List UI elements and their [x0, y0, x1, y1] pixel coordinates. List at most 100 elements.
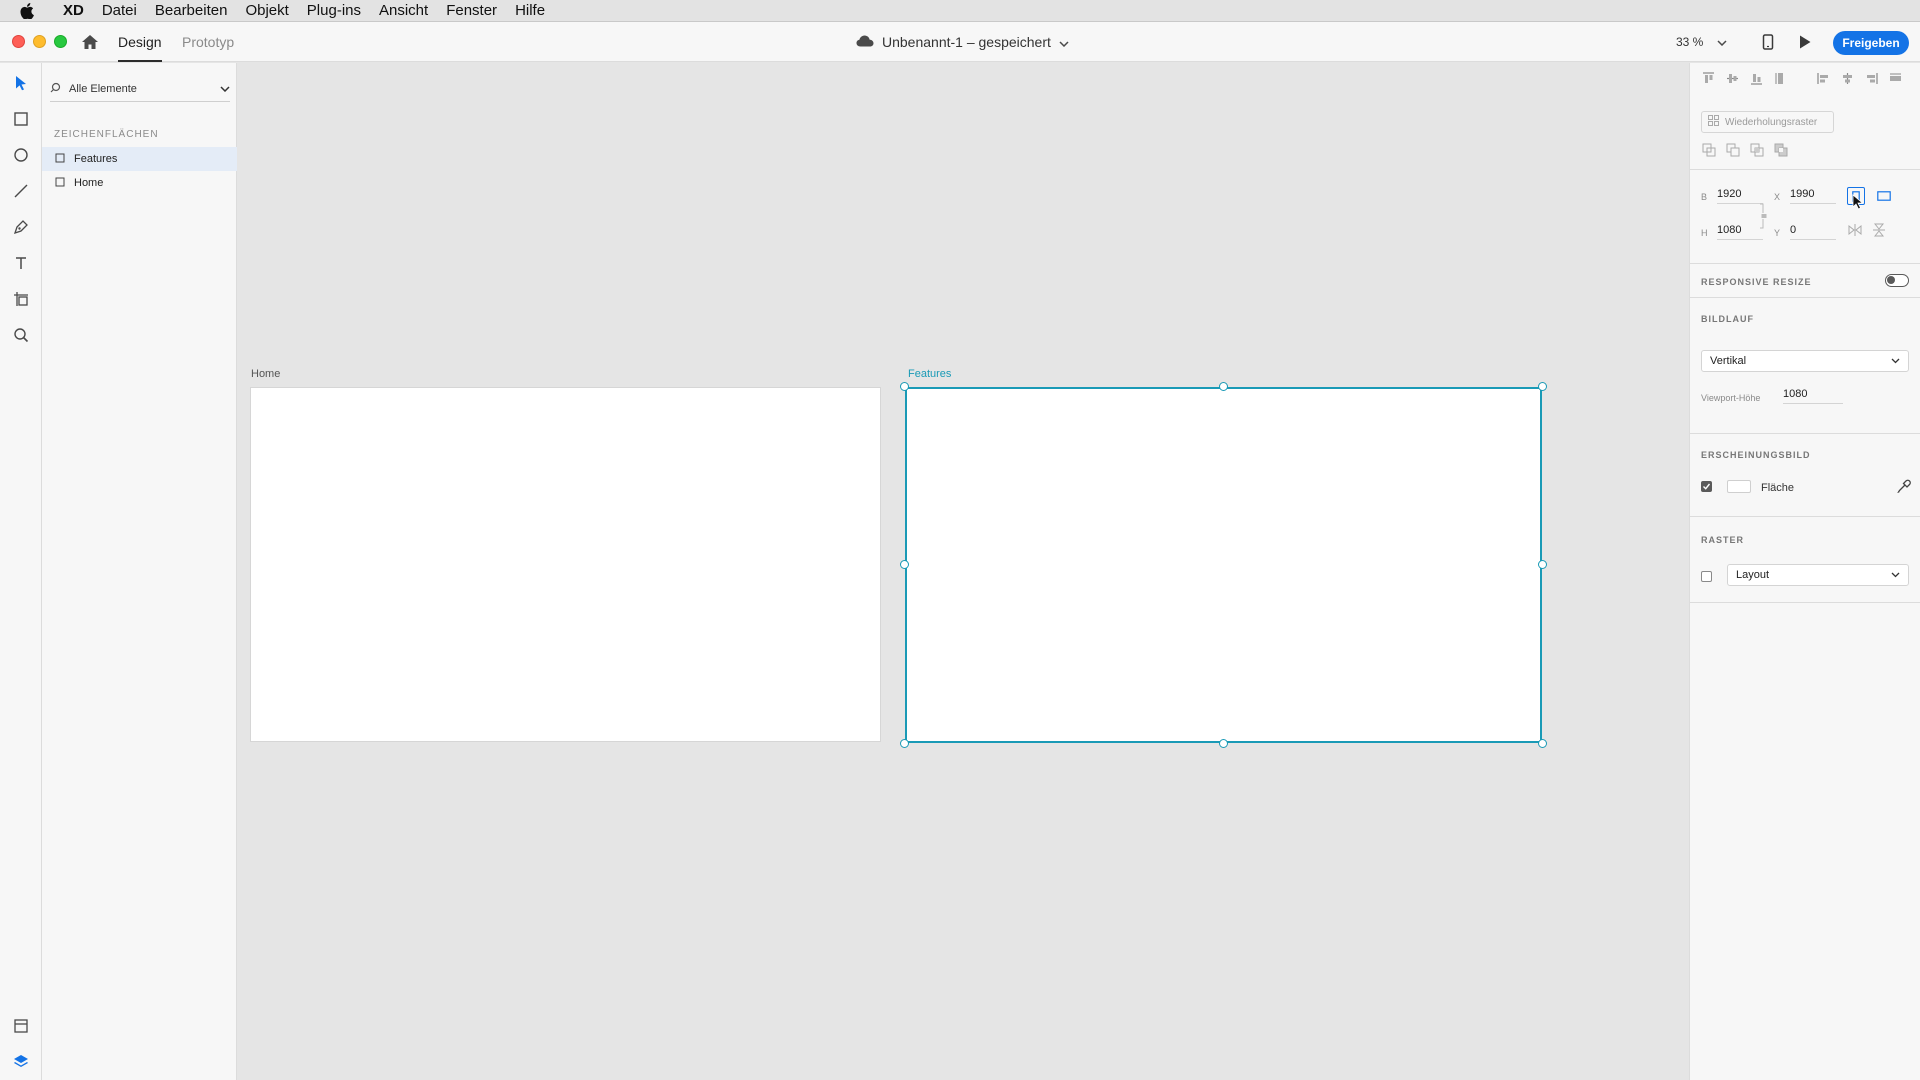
apple-icon[interactable]: [0, 2, 54, 19]
align-left-icon[interactable]: [1817, 72, 1830, 88]
layer-item-label: Home: [74, 177, 104, 189]
share-button[interactable]: Freigeben: [1833, 31, 1909, 55]
artboard-label-features[interactable]: Features: [908, 368, 951, 380]
resize-handle-top[interactable]: [1219, 382, 1228, 391]
align-middle-icon[interactable]: [1726, 72, 1739, 88]
height-field[interactable]: 1080: [1717, 224, 1763, 240]
divider: [1690, 433, 1920, 434]
menu-file[interactable]: Datei: [93, 2, 146, 19]
flip-horizontal-icon[interactable]: [1848, 224, 1862, 239]
search-icon: [50, 82, 61, 96]
resize-handle-bottom-right[interactable]: [1538, 739, 1547, 748]
width-label: B: [1701, 192, 1708, 202]
artboard-features[interactable]: [905, 387, 1542, 743]
design-canvas[interactable]: Home Features: [237, 63, 1689, 1080]
align-bottom-icon[interactable]: [1750, 72, 1763, 88]
width-field[interactable]: 1920: [1717, 188, 1763, 204]
fill-label: Fläche: [1761, 482, 1795, 494]
resize-handle-top-right[interactable]: [1538, 382, 1547, 391]
layer-filter-select[interactable]: Alle Elemente: [50, 76, 230, 102]
maximize-window-button[interactable]: [54, 35, 67, 48]
artboard-icon: [55, 177, 65, 190]
rectangle-tool-icon[interactable]: [11, 109, 31, 129]
align-right-icon[interactable]: [1865, 72, 1878, 88]
menu-view[interactable]: Ansicht: [370, 2, 437, 19]
flip-vertical-icon[interactable]: [1873, 223, 1885, 240]
play-icon[interactable]: [1798, 34, 1812, 55]
artboard-home[interactable]: [250, 387, 881, 742]
tab-design[interactable]: Design: [118, 22, 162, 62]
landscape-orientation-icon[interactable]: [1875, 187, 1893, 205]
assets-panel-icon[interactable]: [11, 1016, 31, 1036]
y-field[interactable]: 0: [1790, 224, 1836, 240]
grid-type-select[interactable]: Layout: [1727, 564, 1909, 586]
chevron-down-icon: [220, 83, 230, 95]
close-window-button[interactable]: [12, 35, 25, 48]
appearance-section-title: ERSCHEINUNGSBILD: [1701, 450, 1811, 460]
window-controls: [12, 35, 67, 48]
scroll-section-title: BILDLAUF: [1701, 314, 1754, 324]
tools-toolbar: [0, 63, 42, 1080]
scroll-behavior-value: Vertikal: [1710, 355, 1747, 367]
chevron-down-icon: [1059, 22, 1069, 62]
boolean-add-icon[interactable]: [1702, 143, 1716, 160]
resize-handle-bottom[interactable]: [1219, 739, 1228, 748]
eyedropper-icon[interactable]: [1897, 479, 1911, 496]
scroll-behavior-select[interactable]: Vertikal: [1701, 350, 1909, 372]
boolean-exclude-icon[interactable]: [1774, 143, 1788, 160]
align-top-icon[interactable]: [1702, 72, 1715, 88]
viewport-height-field[interactable]: 1080: [1783, 388, 1843, 404]
repeat-grid-label: Wiederholungsraster: [1725, 116, 1818, 128]
zoom-value: 33 %: [1676, 35, 1704, 49]
artboard-tool-icon[interactable]: [11, 289, 31, 309]
repeat-grid-button[interactable]: Wiederholungsraster: [1701, 111, 1834, 133]
repeat-grid-icon: [1708, 115, 1719, 129]
distribute-horizontal-icon[interactable]: [1889, 72, 1902, 88]
menu-app-name[interactable]: XD: [54, 2, 93, 19]
cloud-icon: [856, 22, 874, 62]
tab-prototype[interactable]: Prototyp: [182, 22, 234, 62]
menu-edit[interactable]: Bearbeiten: [146, 2, 237, 19]
menu-plugins[interactable]: Plug-ins: [298, 2, 370, 19]
line-tool-icon[interactable]: [11, 181, 31, 201]
y-label: Y: [1774, 228, 1781, 238]
layer-item-features[interactable]: Features: [42, 147, 237, 171]
resize-handle-right[interactable]: [1538, 560, 1547, 569]
menu-help[interactable]: Hilfe: [506, 2, 554, 19]
layer-item-home[interactable]: Home: [42, 171, 237, 195]
artboard-label-home[interactable]: Home: [251, 368, 280, 380]
zoom-select[interactable]: 33 %: [1676, 22, 1727, 62]
fill-color-swatch[interactable]: [1727, 480, 1751, 493]
zoom-tool-icon[interactable]: [11, 325, 31, 345]
menu-object[interactable]: Objekt: [236, 2, 297, 19]
boolean-subtract-icon[interactable]: [1726, 143, 1740, 160]
resize-handle-left[interactable]: [900, 560, 909, 569]
menu-window[interactable]: Fenster: [437, 2, 506, 19]
divider: [1690, 263, 1920, 264]
divider: [1690, 297, 1920, 298]
responsive-resize-toggle[interactable]: [1885, 274, 1909, 287]
resize-handle-bottom-left[interactable]: [900, 739, 909, 748]
home-icon[interactable]: [80, 32, 100, 52]
grid-checkbox[interactable]: [1701, 571, 1712, 582]
ellipse-tool-icon[interactable]: [11, 145, 31, 165]
layers-panel-icon[interactable]: [11, 1051, 31, 1071]
document-title[interactable]: Unbenannt-1 – gespeichert: [856, 22, 1069, 62]
device-preview-icon[interactable]: [1762, 34, 1774, 55]
fill-checkbox[interactable]: [1701, 481, 1712, 492]
boolean-ops-toolbar: [1702, 143, 1788, 160]
menu-bar: XD Datei Bearbeiten Objekt Plug-ins Ansi…: [0, 0, 1920, 22]
layers-panel: Alle Elemente ZEICHENFLÄCHEN Features Ho…: [42, 63, 237, 1080]
layer-filter-label: Alle Elemente: [69, 82, 137, 95]
align-center-icon[interactable]: [1841, 72, 1854, 88]
select-tool-icon[interactable]: [11, 73, 31, 93]
minimize-window-button[interactable]: [33, 35, 46, 48]
distribute-vertical-icon[interactable]: [1774, 72, 1787, 88]
boolean-intersect-icon[interactable]: [1750, 143, 1764, 160]
x-field[interactable]: 1990: [1790, 188, 1836, 204]
grid-section-title: RASTER: [1701, 535, 1745, 545]
resize-handle-top-left[interactable]: [900, 382, 909, 391]
pen-tool-icon[interactable]: [11, 217, 31, 237]
text-tool-icon[interactable]: [11, 253, 31, 273]
